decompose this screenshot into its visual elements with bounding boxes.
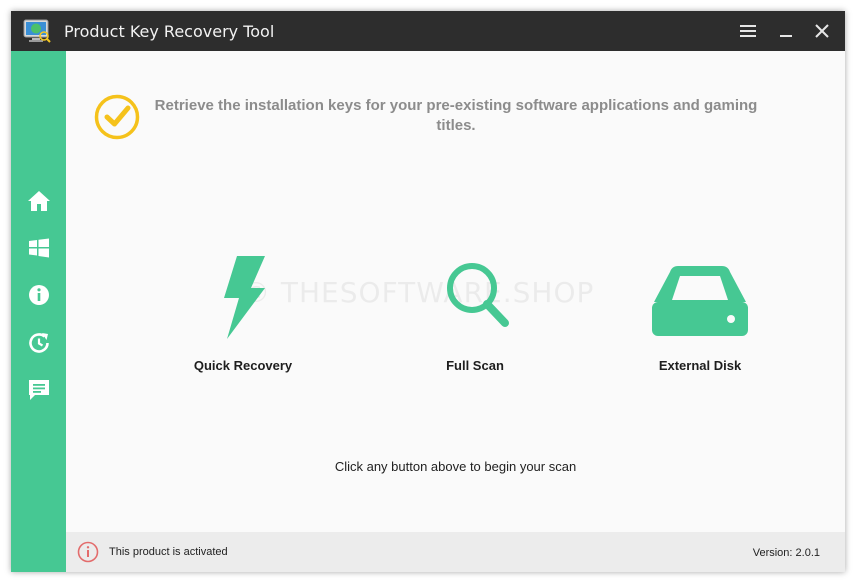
main-content: Retrieve the installation keys for your … <box>66 51 845 532</box>
close-icon[interactable] <box>810 19 834 43</box>
sidebar <box>11 51 66 572</box>
history-icon[interactable] <box>25 329 53 357</box>
message-icon[interactable] <box>25 376 53 404</box>
scan-hint-text: Click any button above to begin your sca… <box>334 459 577 474</box>
full-scan-label: Full Scan <box>446 358 504 373</box>
disk-drive-icon <box>652 266 748 336</box>
hamburger-icon[interactable] <box>736 19 760 43</box>
quick-recovery-button[interactable]: Quick Recovery <box>158 256 328 373</box>
external-disk-button[interactable]: External Disk <box>615 256 785 373</box>
info-icon[interactable] <box>25 281 53 309</box>
title-bar: Product Key Recovery Tool <box>11 11 845 51</box>
activation-status: This product is activated <box>109 546 228 558</box>
app-logo-icon <box>23 19 51 43</box>
app-window: Product Key Recovery Tool Retrieve the i… <box>11 11 845 572</box>
minimize-icon[interactable] <box>774 19 798 43</box>
full-scan-button[interactable]: Full Scan <box>390 256 560 373</box>
lightning-icon <box>224 256 265 339</box>
check-circle-icon <box>94 94 140 140</box>
windows-icon[interactable] <box>25 234 53 262</box>
magnifier-icon <box>447 263 509 327</box>
version-label: Version: 2.0.1 <box>752 547 820 559</box>
window-title: Product Key Recovery Tool <box>64 22 275 41</box>
alert-info-icon <box>77 541 99 563</box>
external-disk-label: External Disk <box>658 358 742 373</box>
home-icon[interactable] <box>25 187 53 215</box>
page-headline: Retrieve the installation keys for your … <box>154 97 758 134</box>
quick-recovery-label: Quick Recovery <box>193 358 293 373</box>
status-bar: This product is activated Version: 2.0.1 <box>66 532 845 572</box>
